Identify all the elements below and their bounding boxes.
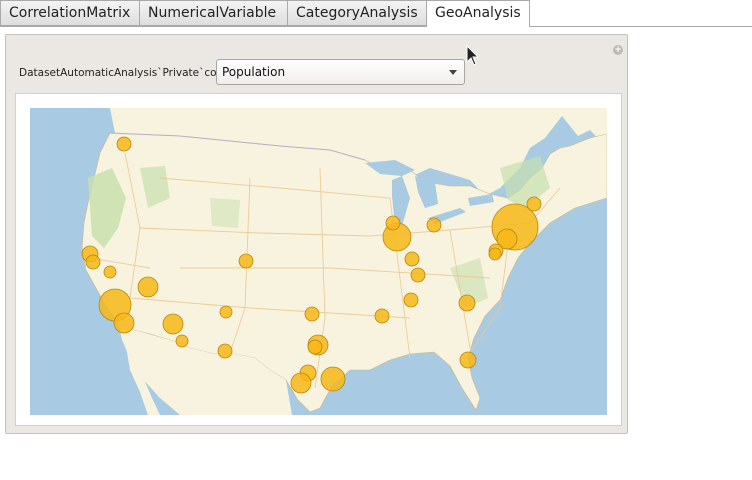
variable-select-value: Population <box>222 65 286 79</box>
bubble-oklahoma-city <box>304 306 320 322</box>
bubble-indianapolis <box>404 251 420 267</box>
map-frame <box>15 93 622 426</box>
bubble-memphis <box>374 308 390 324</box>
mouse-cursor-icon <box>466 45 480 66</box>
bubble-milwaukee <box>385 215 401 231</box>
bubble-el-paso <box>217 343 233 359</box>
bubble-phoenix <box>162 313 184 335</box>
bubble-houston <box>320 366 346 392</box>
bubble-seattle <box>116 136 132 152</box>
us-bubble-map <box>30 108 607 415</box>
bubble-charlotte <box>458 294 476 312</box>
tab-bar: CorrelationMatrix NumericalVariable Cate… <box>0 0 752 27</box>
analysis-panel: + DatasetAutomaticAnalysis`Private`col P… <box>5 34 628 434</box>
variable-label: DatasetAutomaticAnalysis`Private`col <box>19 67 220 79</box>
bubble-washington <box>488 247 502 261</box>
variable-select[interactable]: Population <box>216 59 465 85</box>
tab-category-analysis[interactable]: CategoryAnalysis <box>287 0 427 26</box>
chevron-down-icon <box>449 70 457 75</box>
bubble-las-vegas <box>137 276 159 298</box>
bubble-denver <box>238 253 254 269</box>
bubble-fresno <box>103 265 117 279</box>
bubble-jacksonville <box>459 351 477 369</box>
bubble-tucson <box>175 334 189 348</box>
bubble-san-antonio <box>290 372 312 394</box>
tab-correlation-matrix[interactable]: CorrelationMatrix <box>0 0 140 26</box>
bubble-boston <box>526 196 542 212</box>
bubble-nashville <box>403 292 419 308</box>
forest-region <box>210 198 240 228</box>
plus-circle-icon[interactable]: + <box>613 45 623 55</box>
bubble-detroit <box>426 217 442 233</box>
bubble-albuquerque <box>219 305 233 319</box>
bubble-louisville <box>410 267 426 283</box>
tab-geo-analysis[interactable]: GeoAnalysis <box>426 0 530 27</box>
bubble-fort-worth <box>307 339 323 355</box>
bubble-san-diego <box>113 312 135 334</box>
bubble-san-jose <box>85 254 101 270</box>
tab-numerical-variable[interactable]: NumericalVariable <box>139 0 288 26</box>
